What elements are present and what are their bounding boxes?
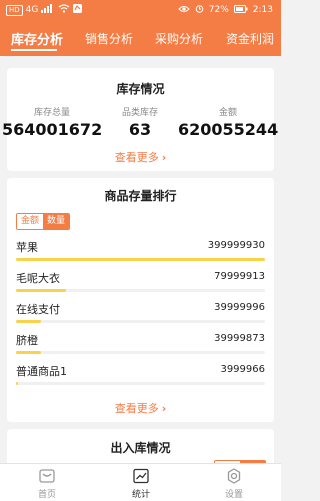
header-bar: HD 4G 72% 2:13 库存分析 销售分析 采购分析 资金利润 (0, 0, 281, 56)
rank-bar-track (16, 320, 265, 323)
inventory-view-more-link[interactable]: 查看更多 › (7, 149, 274, 165)
notification-icon (73, 4, 83, 16)
clock-time: 2:13 (252, 5, 273, 15)
status-bar: HD 4G 72% 2:13 (0, 0, 281, 20)
tab-funds-profit[interactable]: 资金利润 (226, 30, 274, 47)
rank-item-name: 在线支付 (16, 303, 60, 316)
bottom-nav: 首页 统计 设置 (0, 463, 281, 501)
ranking-title: 商品存量排行 (104, 189, 177, 203)
rank-bar-track (16, 382, 265, 385)
rank-bar-fill (16, 289, 66, 292)
view-more-label: 查看更多 (114, 151, 159, 164)
ranking-card: 商品存量排行 金额 数量 苹果 399999930 毛呢大衣 79999913 … (7, 178, 274, 422)
eye-icon (178, 5, 190, 16)
rank-item-value: 3999966 (220, 364, 265, 375)
stat-value-amount: 620055244 (178, 120, 279, 139)
tab-purchase-analysis[interactable]: 采购分析 (155, 30, 203, 47)
battery-icon (233, 4, 248, 16)
rank-item-value: 79999913 (214, 271, 265, 282)
ranking-view-more-link[interactable]: 查看更多 › (7, 400, 274, 416)
nav-settings-label: 设置 (224, 490, 243, 500)
rank-bar-track (16, 351, 265, 354)
rank-item-value: 399999930 (207, 240, 265, 251)
signal-bars-icon (41, 4, 55, 16)
battery-percent: 72% (208, 5, 229, 15)
nav-statistics[interactable]: 统计 (94, 464, 188, 501)
toggle-amount-option[interactable]: 金额 (17, 214, 44, 229)
inventory-title: 库存情况 (116, 82, 165, 96)
hd-badge: HD (6, 4, 23, 16)
chart-icon (133, 468, 149, 484)
tab-bar: 库存分析 销售分析 采购分析 资金利润 (0, 22, 281, 56)
rank-item-value: 39999873 (214, 333, 265, 344)
rank-bar-fill (16, 382, 19, 385)
rank-bar-track (16, 289, 265, 292)
in-out-title: 出入库情况 (110, 441, 171, 455)
nav-settings[interactable]: 设置 (187, 464, 281, 501)
chevron-right-icon: › (161, 151, 167, 164)
stat-label-total: 库存总量 (33, 108, 70, 118)
metric-toggle: 金额 数量 (16, 213, 71, 230)
stat-value-category: 63 (128, 120, 152, 139)
rank-item-name: 脐橙 (16, 334, 38, 347)
toggle-quantity-option[interactable]: 数量 (43, 214, 70, 229)
chevron-right-icon: › (161, 402, 167, 415)
tab-sales-analysis[interactable]: 销售分析 (85, 30, 133, 47)
stat-value-total: 564001672 (2, 120, 103, 139)
rank-item-name: 毛呢大衣 (16, 272, 60, 285)
stat-label-amount: 金额 (218, 108, 237, 118)
rank-item-value: 39999996 (214, 302, 265, 313)
alarm-icon (195, 4, 204, 16)
rank-bar-fill (16, 320, 41, 323)
stat-label-category: 品类库存 (121, 108, 158, 118)
nav-home[interactable]: 首页 (0, 464, 94, 501)
wifi-icon (58, 4, 70, 16)
settings-icon (227, 468, 241, 484)
signal-label: 4G (25, 5, 39, 15)
home-icon (39, 469, 55, 483)
nav-statistics-label: 统计 (131, 490, 150, 500)
rank-bar-fill (16, 351, 41, 354)
rank-bar-track (16, 258, 265, 261)
rank-item-name: 苹果 (16, 241, 38, 254)
active-tab-indicator (11, 49, 57, 51)
tab-inventory-analysis[interactable]: 库存分析 (11, 29, 63, 48)
rank-item-name: 普通商品1 (16, 365, 67, 378)
nav-home-label: 首页 (37, 490, 56, 500)
rank-bar-fill (16, 258, 265, 261)
view-more-label: 查看更多 (114, 402, 159, 415)
inventory-card: 库存情况 库存总量 品类库存 金额 564001672 63 620055244… (2, 68, 278, 171)
